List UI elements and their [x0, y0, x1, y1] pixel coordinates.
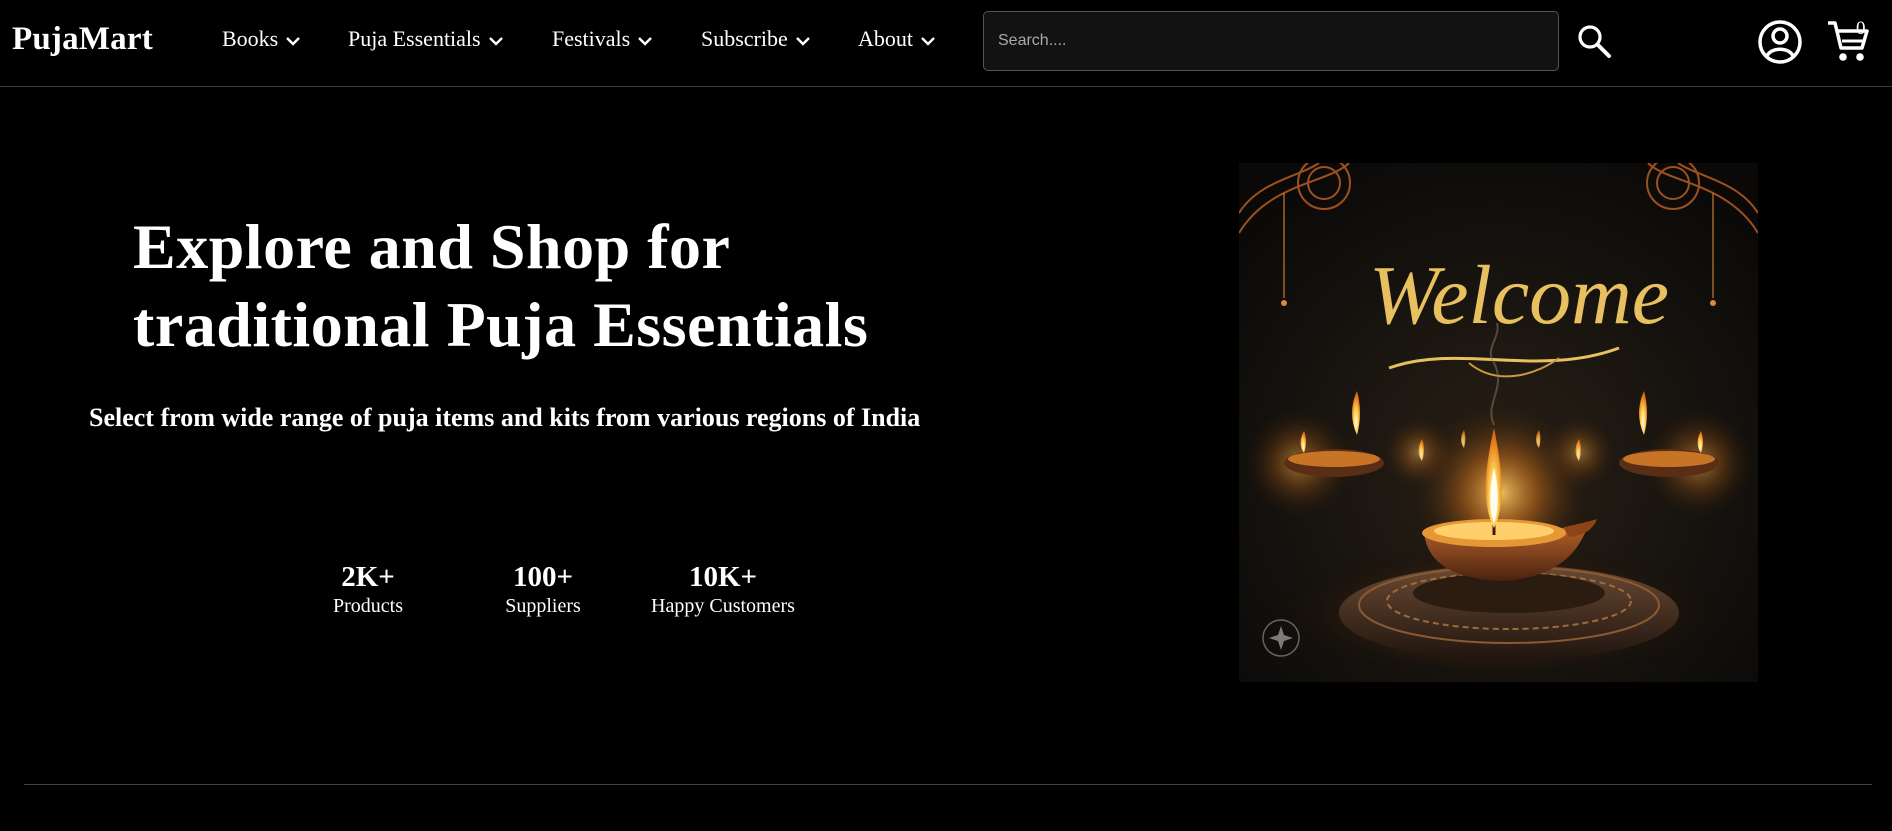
- nav-books-label: Books: [222, 26, 279, 51]
- nav-about-label: About: [858, 26, 913, 51]
- nav-subscribe-label: Subscribe: [701, 26, 788, 51]
- diya-illustration: Welcome: [1239, 163, 1758, 682]
- stat-label: Suppliers: [505, 595, 581, 617]
- stat-suppliers: 100+ Suppliers: [493, 560, 593, 618]
- hero-welcome-image: Welcome: [1239, 163, 1758, 682]
- stat-products: 2K+ Products: [318, 560, 418, 618]
- nav-puja-essentials-label: Puja Essentials: [348, 26, 481, 51]
- site-header: PujaMart Books Puja Essentials Festivals…: [0, 0, 1892, 87]
- nav-puja-essentials[interactable]: Puja Essentials: [348, 26, 504, 52]
- stat-label: Products: [333, 595, 403, 617]
- chevron-down-icon: [921, 37, 935, 46]
- hero-title-line-2: traditional Puja Essentials: [133, 289, 869, 360]
- search-input[interactable]: [983, 11, 1559, 71]
- hero-title: Explore and Shop for traditional Puja Es…: [133, 208, 1013, 364]
- chevron-down-icon: [795, 37, 810, 46]
- nav-festivals[interactable]: Festivals: [552, 26, 653, 52]
- stat-label: Happy Customers: [651, 595, 795, 617]
- hero-title-line-1: Explore and Shop for: [133, 211, 731, 282]
- stat-value: 10K+: [688, 561, 758, 593]
- chevron-down-icon: [286, 37, 301, 46]
- stat-customers: 10K+ Happy Customers: [642, 560, 804, 618]
- nav-subscribe[interactable]: Subscribe: [701, 26, 811, 52]
- account-circle-icon[interactable]: [1757, 19, 1803, 65]
- logo[interactable]: PujaMart: [12, 21, 153, 58]
- stat-value: 2K+: [341, 561, 395, 593]
- hero-subtitle: Select from wide range of puja items and…: [89, 403, 921, 432]
- stat-value: 100+: [512, 561, 574, 593]
- chevron-down-icon: [488, 37, 503, 46]
- cart-count-badge: 0: [1856, 18, 1866, 39]
- chevron-down-icon: [638, 37, 653, 46]
- nav-about[interactable]: About: [858, 26, 936, 52]
- section-divider: [24, 784, 1872, 785]
- nav-festivals-label: Festivals: [552, 26, 631, 51]
- nav-books[interactable]: Books: [222, 26, 301, 52]
- welcome-overlay-text: Welcome: [1369, 249, 1669, 342]
- search-icon[interactable]: [1576, 23, 1612, 59]
